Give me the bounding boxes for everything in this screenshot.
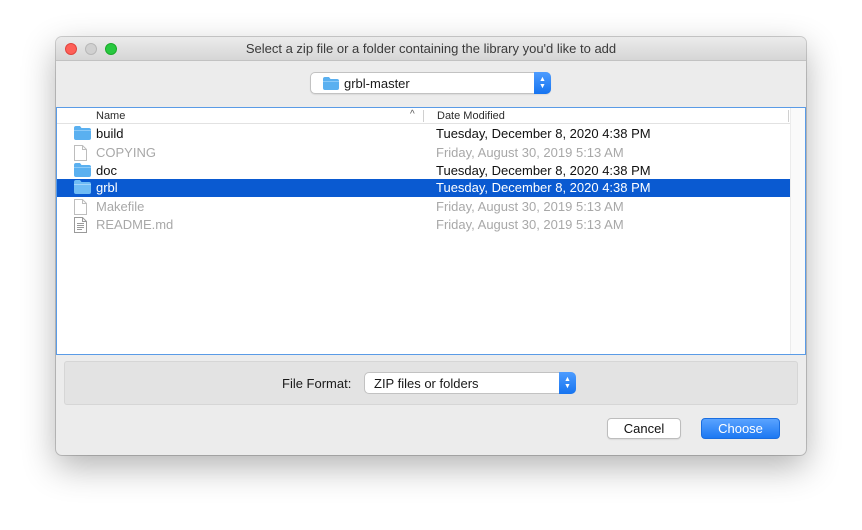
window-title: Select a zip file or a folder containing… — [245, 41, 617, 56]
list-item[interactable]: COPYING Friday, August 30, 2019 5:13 AM — [57, 144, 790, 162]
folder-icon — [74, 126, 91, 143]
list-item[interactable]: README.md Friday, August 30, 2019 5:13 A… — [57, 216, 790, 234]
column-header-date-modified[interactable]: Date Modified — [437, 110, 505, 122]
list-item-selected[interactable]: grbl Tuesday, December 8, 2020 4:38 PM — [57, 179, 790, 197]
file-date: Tuesday, December 8, 2020 4:38 PM — [436, 126, 651, 141]
folder-icon — [323, 77, 339, 95]
file-list[interactable]: Name ^ Date Modified build Tuesday, Dece… — [56, 107, 806, 355]
file-name: COPYING — [96, 145, 156, 160]
column-divider[interactable] — [423, 110, 424, 122]
column-header-name[interactable]: Name — [96, 110, 125, 122]
file-format-panel: File Format: ZIP files or folders ▲ ▼ — [64, 361, 798, 405]
sort-ascending-icon[interactable]: ^ — [410, 109, 415, 120]
file-date: Tuesday, December 8, 2020 4:38 PM — [436, 180, 651, 195]
file-format-label: File Format: — [282, 376, 352, 391]
file-name: README.md — [96, 217, 174, 232]
folder-icon — [74, 163, 91, 180]
file-name: doc — [96, 163, 117, 178]
file-date: Tuesday, December 8, 2020 4:38 PM — [436, 163, 651, 178]
file-chooser-dialog: Select a zip file or a folder containing… — [56, 37, 806, 455]
file-date: Friday, August 30, 2019 5:13 AM — [436, 217, 624, 232]
chevron-updown-icon[interactable]: ▲ ▼ — [534, 72, 551, 94]
choose-button[interactable]: Choose — [701, 418, 780, 439]
file-date: Friday, August 30, 2019 5:13 AM — [436, 145, 624, 160]
text-document-icon — [74, 217, 87, 236]
current-folder-label: grbl-master — [344, 76, 410, 91]
file-format-select[interactable]: ZIP files or folders ▲ ▼ — [364, 372, 576, 394]
list-item[interactable]: doc Tuesday, December 8, 2020 4:38 PM — [57, 162, 790, 180]
file-format-value: ZIP files or folders — [374, 376, 479, 391]
folder-icon — [74, 180, 91, 197]
vertical-scrollbar[interactable] — [790, 108, 805, 354]
chevron-updown-icon[interactable]: ▲ ▼ — [559, 372, 576, 394]
list-item[interactable]: build Tuesday, December 8, 2020 4:38 PM — [57, 125, 790, 143]
file-date: Friday, August 30, 2019 5:13 AM — [436, 199, 624, 214]
file-name: Makefile — [96, 199, 145, 214]
title-bar[interactable]: Select a zip file or a folder containing… — [56, 37, 806, 61]
file-name: build — [96, 126, 124, 141]
folder-path-popup[interactable]: grbl-master ▲ ▼ — [310, 72, 551, 94]
list-item[interactable]: Makefile Friday, August 30, 2019 5:13 AM — [57, 198, 790, 216]
list-header: Name ^ Date Modified — [57, 108, 790, 124]
column-divider[interactable] — [788, 110, 789, 122]
cancel-button[interactable]: Cancel — [607, 418, 681, 439]
file-name: grbl — [96, 180, 118, 195]
